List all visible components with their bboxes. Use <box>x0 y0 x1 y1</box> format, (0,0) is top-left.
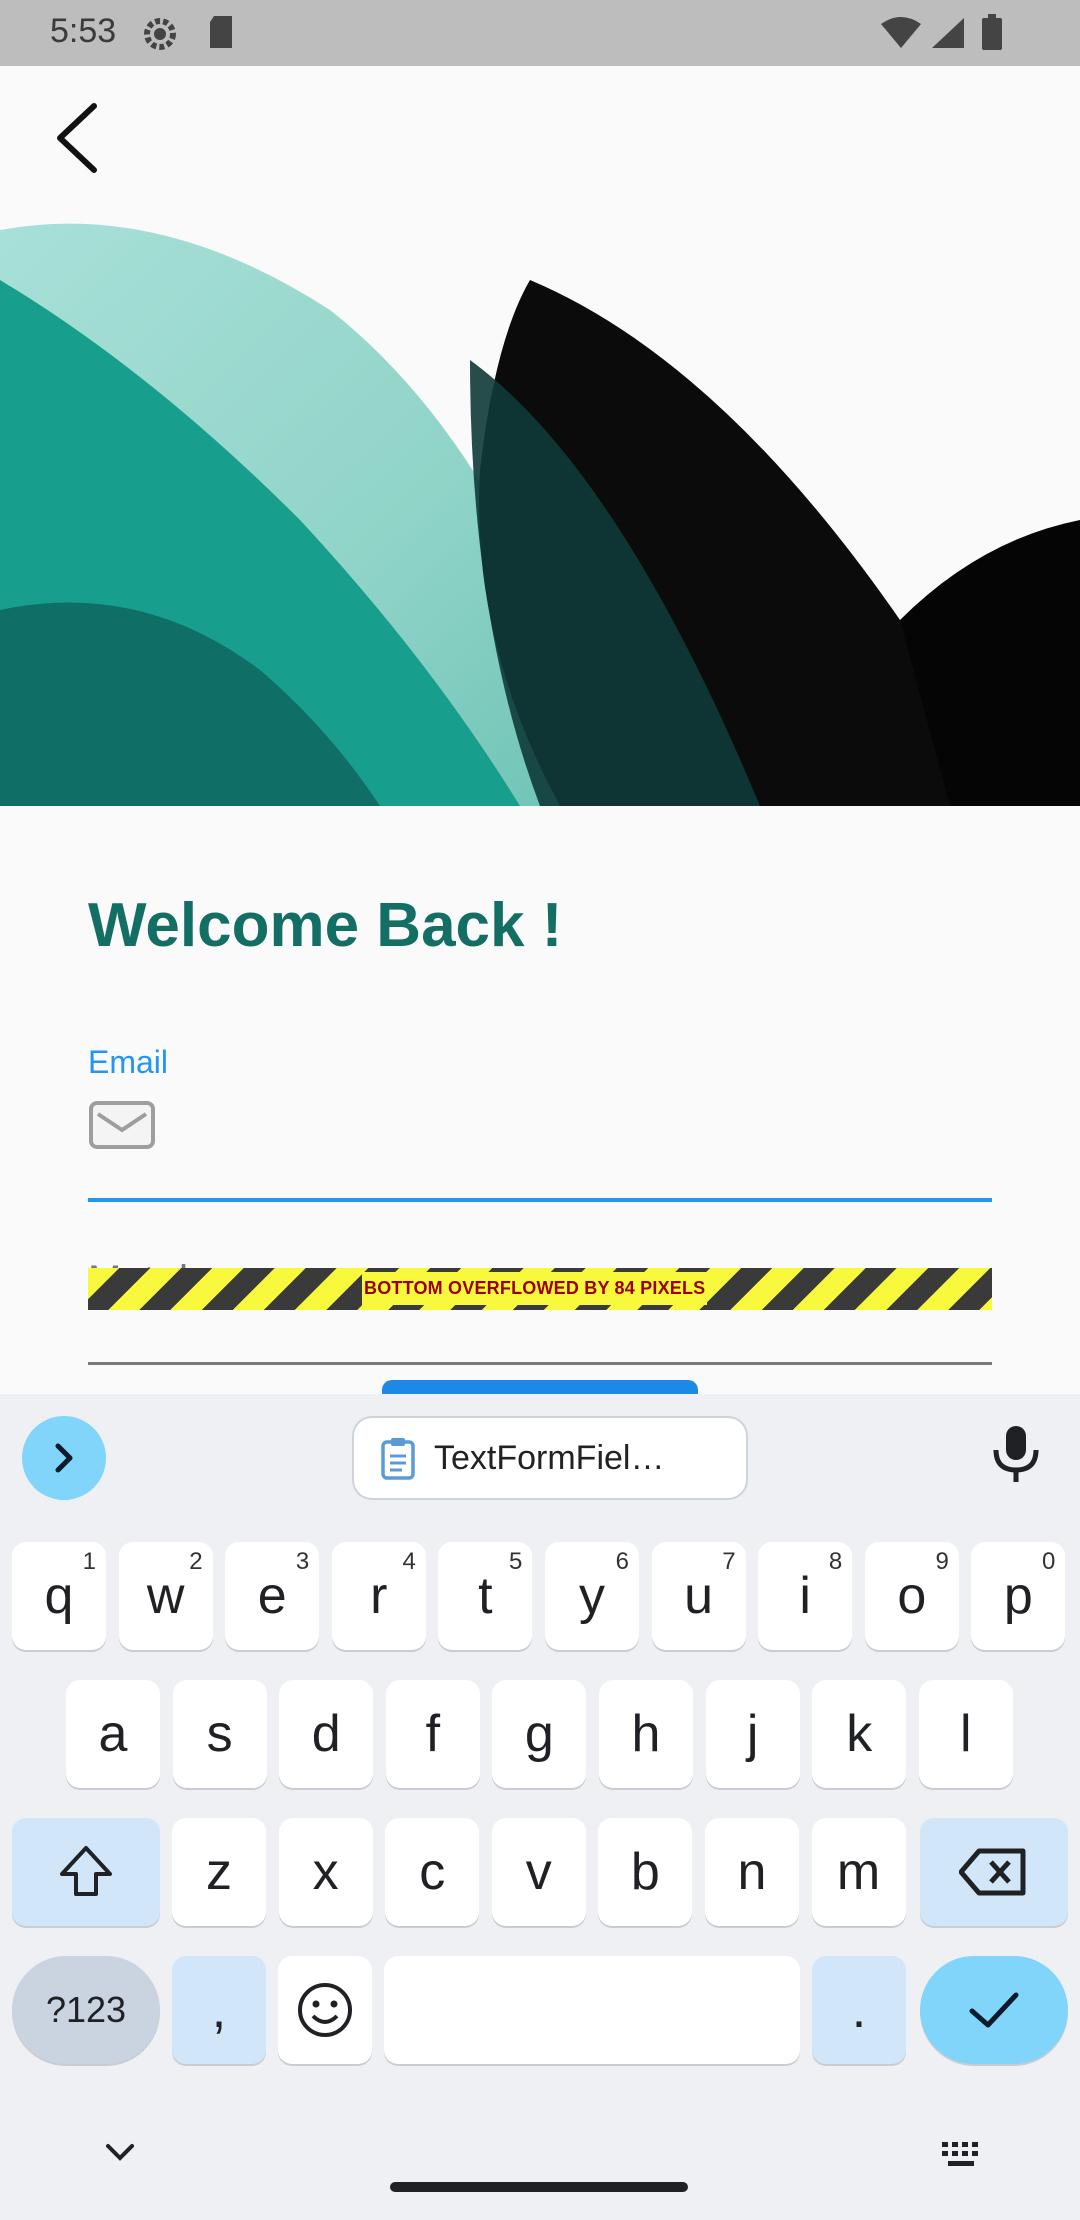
symbols-key[interactable]: ?123 <box>12 1956 160 2064</box>
mic-button[interactable] <box>990 1424 1042 1491</box>
period-key[interactable]: . <box>812 1956 906 2064</box>
key-b[interactable]: b <box>598 1818 693 1926</box>
key-hint: 5 <box>509 1548 523 1575</box>
key-v[interactable]: v <box>491 1818 586 1926</box>
battery-icon <box>980 14 1004 57</box>
key-label: r <box>370 1567 388 1625</box>
hide-keyboard-button[interactable] <box>100 2140 140 2171</box>
key-d[interactable]: d <box>279 1680 374 1788</box>
key-e[interactable]: e3 <box>225 1542 320 1650</box>
key-t[interactable]: t5 <box>438 1542 533 1650</box>
key-hint: 3 <box>295 1548 310 1575</box>
key-k[interactable]: k <box>812 1680 907 1788</box>
overflow-warning-text: BOTTOM OVERFLOWED BY 84 PIXELS <box>362 1272 708 1305</box>
key-u[interactable]: u7 <box>651 1542 746 1650</box>
key-o[interactable]: o9 <box>864 1542 959 1650</box>
space-key[interactable] <box>384 1956 800 2064</box>
password-underline <box>88 1362 992 1365</box>
back-button[interactable] <box>40 96 120 176</box>
emoji-icon <box>298 1983 352 2037</box>
email-field-label: Email <box>88 1044 169 1080</box>
backspace-icon <box>959 1848 1026 1896</box>
key-label: p <box>1003 1567 1033 1625</box>
page-title: Welcome Back ! <box>88 891 563 960</box>
key-label: o <box>897 1567 927 1625</box>
email-field[interactable] <box>88 1198 992 1202</box>
comma-key[interactable]: , <box>172 1956 266 2064</box>
chevron-right-icon <box>55 1443 73 1473</box>
key-w[interactable]: w2 <box>118 1542 213 1650</box>
sd-card-icon <box>206 14 236 55</box>
key-c[interactable]: c <box>385 1818 480 1926</box>
shift-key[interactable] <box>12 1818 160 1926</box>
key-s[interactable]: s <box>172 1680 267 1788</box>
mail-icon <box>88 1100 156 1155</box>
chevron-down-icon <box>106 2144 134 2161</box>
switch-keyboard-button[interactable] <box>940 2140 986 2175</box>
key-i[interactable]: i8 <box>758 1542 853 1650</box>
key-hint: 9 <box>935 1548 949 1575</box>
key-hint: 4 <box>402 1548 416 1575</box>
toolbar-expand-button[interactable] <box>22 1416 106 1500</box>
clipboard-suggestion-chip[interactable]: TextFormFiel… <box>352 1416 748 1500</box>
key-x[interactable]: x <box>278 1818 373 1926</box>
key-q[interactable]: q1 <box>12 1542 106 1650</box>
key-z[interactable]: z <box>172 1818 266 1926</box>
key-a[interactable]: a <box>66 1680 160 1788</box>
key-label: q <box>44 1567 74 1625</box>
key-y[interactable]: y6 <box>545 1542 639 1650</box>
checkmark-icon <box>969 1992 1019 2028</box>
login-button[interactable] <box>382 1380 698 1394</box>
key-hint: 8 <box>828 1548 843 1575</box>
clipboard-suggestion-text: TextFormFiel… <box>434 1438 665 1477</box>
soft-keyboard: TextFormFiel… <box>0 1394 1080 2220</box>
key-label: e <box>257 1567 287 1625</box>
key-r[interactable]: r4 <box>331 1542 426 1650</box>
key-label: i <box>799 1567 811 1625</box>
key-j[interactable]: j <box>705 1680 800 1788</box>
microphone-icon <box>993 1426 1039 1482</box>
back-arrow-icon <box>57 103 97 173</box>
emoji-key[interactable] <box>278 1956 372 2064</box>
enter-key[interactable] <box>920 1956 1068 2064</box>
hero-illustration <box>0 220 1080 806</box>
wifi-icon <box>880 16 922 55</box>
key-label: w <box>146 1567 185 1625</box>
settings-gear-icon <box>140 14 180 59</box>
key-n[interactable]: n <box>705 1818 799 1926</box>
backspace-key[interactable] <box>920 1818 1068 1926</box>
key-m[interactable]: m <box>811 1818 906 1926</box>
shift-icon <box>60 1846 112 1896</box>
key-hint: 1 <box>82 1548 96 1575</box>
status-time: 5:53 <box>50 12 117 50</box>
app-bar <box>0 66 1080 216</box>
key-g[interactable]: g <box>492 1680 587 1788</box>
key-hint: 7 <box>722 1548 736 1575</box>
clipboard-icon <box>380 1436 416 1480</box>
key-hint: 0 <box>1042 1548 1056 1575</box>
key-hint: 6 <box>615 1548 629 1575</box>
signal-icon <box>928 16 966 55</box>
key-label: t <box>478 1567 493 1625</box>
home-indicator[interactable] <box>390 2182 688 2192</box>
key-label: u <box>684 1567 714 1625</box>
key-h[interactable]: h <box>599 1680 693 1788</box>
status-bar: 5:53 <box>0 0 1080 66</box>
key-label: y <box>579 1567 605 1625</box>
key-f[interactable]: f <box>385 1680 480 1788</box>
key-p[interactable]: p0 <box>971 1542 1066 1650</box>
key-l[interactable]: l <box>918 1680 1013 1788</box>
key-hint: 2 <box>189 1548 203 1575</box>
keyboard-icon <box>942 2142 978 2166</box>
